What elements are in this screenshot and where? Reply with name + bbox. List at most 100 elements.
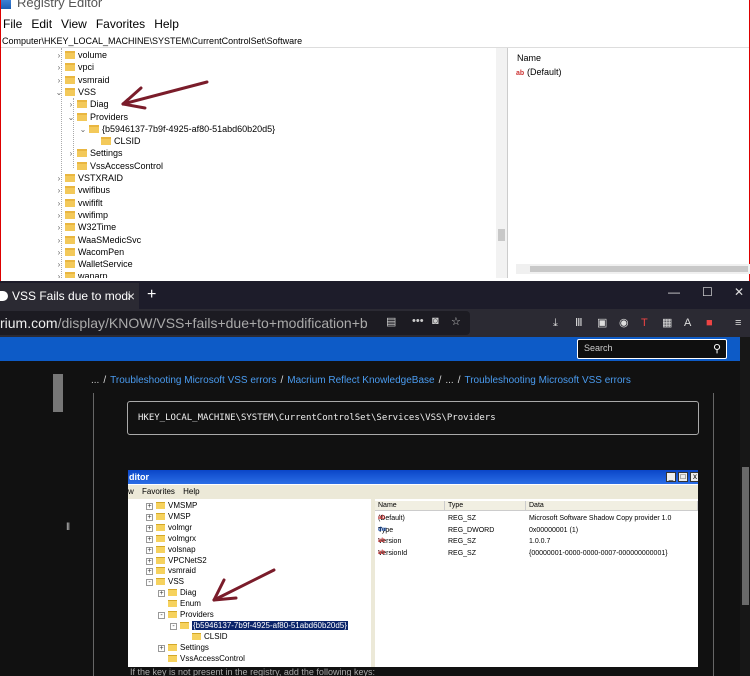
menu-view[interactable]: View: [59, 15, 92, 31]
registry-values-pane: Name ab (Default): [510, 48, 750, 278]
menu-file[interactable]: File: [1, 15, 27, 31]
breadcrumb-ellipsis[interactable]: ...: [445, 375, 453, 386]
downloads-icon[interactable]: ⤓: [553, 316, 558, 330]
extension-red-icon[interactable]: ■: [706, 316, 713, 330]
site-search-input[interactable]: Search ⚲: [577, 339, 727, 359]
values-scrollbar[interactable]: [516, 264, 750, 274]
embedded-value-row: dw Type REG_DWORD 0x00000001 (1): [375, 525, 698, 536]
expand-chevron-icon[interactable]: ›: [55, 271, 63, 278]
page-actions-icon[interactable]: •••: [412, 315, 424, 327]
expand-chevron-icon[interactable]: ›: [67, 99, 75, 111]
page-scrollbar-thumb[interactable]: [742, 467, 749, 605]
expand-chevron-icon[interactable]: ›: [55, 247, 63, 259]
tree-node[interactable]: CLSID: [91, 135, 141, 147]
menu-edit[interactable]: Edit: [29, 15, 57, 31]
tree-node[interactable]: › wanarp: [55, 270, 108, 278]
tree-node[interactable]: › WalletService: [55, 258, 133, 270]
tree-node[interactable]: › VSTXRAID: [55, 172, 123, 184]
expand-chevron-icon[interactable]: ›: [67, 148, 75, 160]
minimize-icon[interactable]: —: [668, 285, 680, 299]
tree-node[interactable]: ⌄ Providers: [67, 111, 128, 123]
expand-box-icon: +: [146, 503, 153, 510]
breadcrumb-separator: /: [280, 375, 284, 386]
tree-node[interactable]: › volume: [55, 49, 107, 61]
tab-vss-fails[interactable]: VSS Fails due to modi ×: [0, 283, 139, 309]
search-icon[interactable]: ⚲: [713, 342, 721, 355]
expand-chevron-icon[interactable]: ›: [55, 50, 63, 62]
expand-chevron-icon[interactable]: ›: [55, 222, 63, 234]
tree-node[interactable]: ⌄ VSS: [55, 86, 96, 98]
embedded-header-type: Type: [445, 501, 526, 511]
tree-scrollbar-thumb[interactable]: [498, 229, 505, 241]
tree-node[interactable]: › vwififlt: [55, 197, 103, 209]
expand-chevron-icon[interactable]: ›: [55, 75, 63, 87]
folder-icon: [156, 534, 165, 542]
tree-node[interactable]: › Settings: [67, 147, 123, 159]
collapse-chevron-icon[interactable]: ⌄: [55, 87, 63, 99]
tree-node[interactable]: › Diag: [67, 98, 109, 110]
tree-node[interactable]: › vsmraid: [55, 74, 110, 86]
new-tab-button[interactable]: +: [147, 283, 156, 307]
sidebar-resize-handle[interactable]: ‖: [66, 522, 70, 533]
sidebar-icon[interactable]: ▣: [597, 316, 607, 330]
breadcrumb-current[interactable]: Troubleshooting Microsoft VSS errors: [464, 375, 630, 386]
folder-icon: [168, 600, 177, 608]
menu-favorites[interactable]: Favorites: [94, 15, 150, 31]
tree-node-label: vpci: [78, 62, 95, 73]
bookmark-star-icon[interactable]: ☆: [451, 315, 461, 328]
embedded-node-label: CLSID: [204, 631, 228, 641]
folder-icon: [65, 235, 75, 244]
expand-chevron-icon[interactable]: ›: [55, 173, 63, 185]
tree-node[interactable]: VssAccessControl: [67, 160, 163, 172]
collapse-chevron-icon[interactable]: ⌄: [79, 124, 87, 136]
page-scrollbar[interactable]: [740, 337, 750, 676]
tree-node-label: WalletService: [78, 259, 133, 270]
tree-node[interactable]: › vpci: [55, 61, 94, 73]
expand-chevron-icon[interactable]: ›: [55, 198, 63, 210]
expand-box-icon: +: [158, 590, 165, 598]
tab-close-icon[interactable]: ×: [127, 283, 135, 309]
close-window-icon[interactable]: ✕: [734, 285, 744, 299]
tree-node[interactable]: › WacomPen: [55, 246, 125, 259]
expand-chevron-icon[interactable]: ›: [55, 259, 63, 271]
expand-chevron-icon[interactable]: ›: [55, 62, 63, 74]
menu-help[interactable]: Help: [152, 15, 184, 31]
expand-chevron-icon[interactable]: ›: [55, 235, 63, 247]
sidebar-scrollbar[interactable]: [53, 374, 63, 412]
reg-dword-icon: dw: [378, 526, 387, 533]
embedded-node-label: VMSMP: [168, 501, 198, 510]
expand-chevron-icon[interactable]: ›: [55, 185, 63, 197]
tree-node[interactable]: › vwifibus: [55, 184, 110, 196]
breadcrumb-ellipsis[interactable]: ...: [91, 375, 99, 386]
value-row[interactable]: ab (Default): [516, 67, 562, 77]
breadcrumb-troubleshooting[interactable]: Troubleshooting Microsoft VSS errors: [110, 375, 276, 386]
pocket-icon[interactable]: ◙: [432, 315, 439, 327]
registry-titlebar[interactable]: Registry Editor: [1, 0, 749, 14]
values-column-name[interactable]: Name: [517, 53, 541, 63]
address-bar[interactable]: Computer\HKEY_LOCAL_MACHINE\SYSTEM\Curre…: [1, 34, 749, 48]
folder-icon: [168, 611, 177, 618]
tree-node[interactable]: › vwifimp: [55, 209, 108, 221]
folder-icon: [65, 210, 75, 219]
url-bar[interactable]: rium.com/display/KNOW/VSS+fails+due+to+m…: [0, 311, 470, 335]
extension-grid-icon[interactable]: ▦: [662, 316, 672, 330]
extension-t-icon[interactable]: T: [641, 316, 648, 330]
maximize-icon[interactable]: ☐: [702, 285, 713, 299]
values-scrollbar-thumb[interactable]: [530, 266, 748, 272]
reader-view-icon[interactable]: ▤: [386, 315, 396, 328]
breadcrumb-knowledgebase[interactable]: Macrium Reflect KnowledgeBase: [287, 375, 434, 386]
collapse-chevron-icon[interactable]: ⌄: [67, 112, 75, 124]
extension-a-icon[interactable]: A: [684, 316, 691, 330]
tree-scrollbar[interactable]: [496, 48, 507, 278]
library-icon[interactable]: Ⅲ: [575, 316, 583, 330]
extension-icon[interactable]: ◉: [619, 316, 629, 330]
embedded-value-type: REG_DWORD: [448, 526, 495, 534]
tree-node[interactable]: ⌄ {b5946137-7b9f-4925-af80-51abd60b20d5}: [79, 123, 276, 136]
arrow-annotation: [121, 80, 209, 110]
tree-node[interactable]: › W32Time: [55, 221, 117, 234]
registry-menubar: File Edit View Favorites Help: [1, 15, 749, 33]
tree-node-label: Diag: [90, 99, 109, 110]
menu-icon[interactable]: ≡: [735, 316, 741, 330]
expand-chevron-icon[interactable]: ›: [55, 210, 63, 222]
tree-node[interactable]: › WaaSMedicSvc: [55, 234, 142, 247]
